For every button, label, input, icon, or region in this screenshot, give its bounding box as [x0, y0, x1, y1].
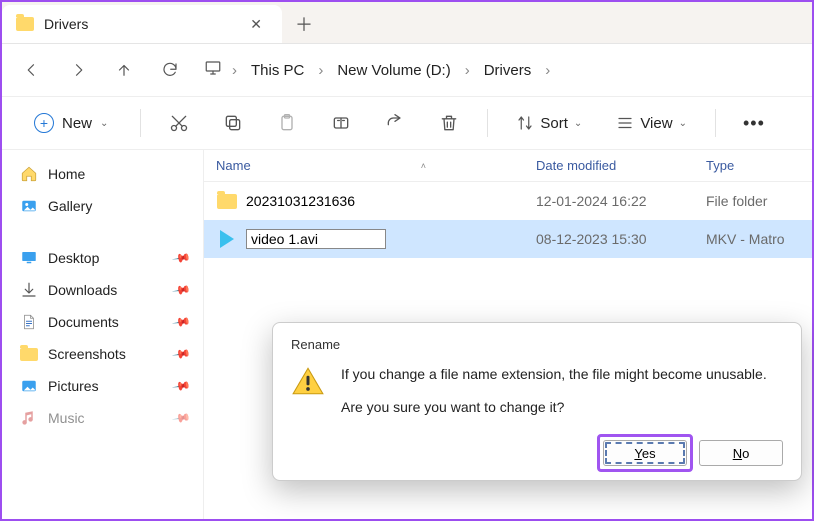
refresh-button[interactable] [150, 50, 190, 90]
plus-circle-icon: + [34, 113, 54, 133]
view-label: View [640, 115, 672, 132]
sort-label: Sort [540, 115, 568, 132]
sidebar-item-home[interactable]: Home [2, 158, 203, 190]
sidebar-item-label: Home [48, 166, 85, 182]
music-icon [20, 409, 38, 427]
rename-dialog: Rename If you change a file name extensi… [272, 322, 802, 481]
documents-icon [20, 313, 38, 331]
sidebar-item-desktop[interactable]: Desktop 📌 [2, 242, 203, 274]
pin-icon: 📌 [171, 280, 191, 300]
sidebar-item-pictures[interactable]: Pictures 📌 [2, 370, 203, 402]
file-type: File folder [706, 193, 800, 209]
forward-button[interactable] [58, 50, 98, 90]
folder-icon [216, 190, 238, 212]
sidebar-item-label: Music [48, 410, 85, 426]
separator [715, 109, 716, 137]
chevron-down-icon: ⌄ [574, 118, 582, 129]
warning-icon [291, 366, 325, 396]
folder-icon [20, 345, 38, 363]
col-name[interactable]: Name [216, 158, 251, 173]
chevron-down-icon: ⌄ [679, 118, 687, 129]
close-icon[interactable]: ✕ [244, 14, 268, 35]
pin-icon: 📌 [171, 248, 191, 268]
breadcrumb: › This PC › New Volume (D:) › Drivers › [204, 58, 550, 83]
home-icon [20, 165, 38, 183]
sidebar-item-screenshots[interactable]: Screenshots 📌 [2, 338, 203, 370]
dialog-title: Rename [291, 337, 783, 352]
sidebar-item-label: Pictures [48, 378, 99, 394]
breadcrumb-this-pc[interactable]: This PC [247, 58, 308, 83]
column-headers[interactable]: Name ˄ Date modified Type [204, 150, 812, 182]
yes-button[interactable]: Yes [603, 440, 687, 466]
sidebar-item-label: Gallery [48, 198, 92, 214]
cut-button[interactable] [163, 107, 195, 139]
dialog-line2: Are you sure you want to change it? [341, 397, 767, 418]
breadcrumb-volume[interactable]: New Volume (D:) [333, 58, 454, 83]
new-menu[interactable]: + New ⌄ [24, 107, 118, 139]
pin-icon: 📌 [171, 344, 191, 364]
sidebar-item-label: Downloads [48, 282, 117, 298]
table-row[interactable]: 08-12-2023 15:30 MKV - Matro [204, 220, 812, 258]
video-icon [216, 228, 238, 250]
sidebar-item-music[interactable]: Music 📌 [2, 402, 203, 434]
col-date[interactable]: Date modified [536, 158, 616, 173]
file-type: MKV - Matro [706, 231, 800, 247]
file-name: 20231031231636 [246, 193, 536, 209]
file-date: 12-01-2024 16:22 [536, 193, 706, 209]
sort-asc-icon: ˄ [421, 161, 426, 171]
new-label: New [62, 115, 92, 132]
share-button[interactable] [379, 107, 411, 139]
pictures-icon [20, 377, 38, 395]
tab-bar: Drivers ✕ ＋ [2, 2, 812, 44]
rename-input[interactable] [246, 229, 386, 249]
new-tab-button[interactable]: ＋ [288, 8, 320, 40]
pin-icon: 📌 [171, 312, 191, 332]
tab-drivers[interactable]: Drivers ✕ [2, 5, 282, 43]
rename-button[interactable] [325, 107, 357, 139]
folder-icon [16, 17, 34, 31]
up-button[interactable] [104, 50, 144, 90]
col-type[interactable]: Type [706, 158, 734, 173]
chevron-right-icon: › [318, 62, 323, 79]
pin-icon: 📌 [171, 408, 191, 428]
downloads-icon [20, 281, 38, 299]
separator [140, 109, 141, 137]
back-button[interactable] [12, 50, 52, 90]
no-button[interactable]: No [699, 440, 783, 466]
copy-button[interactable] [217, 107, 249, 139]
pin-icon: 📌 [171, 376, 191, 396]
monitor-icon [204, 59, 222, 81]
paste-button[interactable] [271, 107, 303, 139]
sort-menu[interactable]: Sort ⌄ [510, 110, 588, 136]
chevron-down-icon: ⌄ [100, 118, 108, 129]
table-row[interactable]: 20231031231636 12-01-2024 16:22 File fol… [204, 182, 812, 220]
tab-title: Drivers [44, 16, 244, 32]
delete-button[interactable] [433, 107, 465, 139]
dialog-line1: If you change a file name extension, the… [341, 364, 767, 385]
toolbar: + New ⌄ Sort ⌄ View ⌄ ••• [2, 96, 812, 150]
sidebar-item-label: Documents [48, 314, 119, 330]
file-name [246, 229, 536, 249]
chevron-right-icon: › [232, 62, 237, 79]
nav-row: › This PC › New Volume (D:) › Drivers › [2, 44, 812, 96]
gallery-icon [20, 197, 38, 215]
desktop-icon [20, 249, 38, 267]
sidebar-item-gallery[interactable]: Gallery [2, 190, 203, 222]
chevron-right-icon: › [465, 62, 470, 79]
chevron-right-icon: › [545, 62, 550, 79]
more-button[interactable]: ••• [738, 107, 770, 139]
breadcrumb-drivers[interactable]: Drivers [480, 58, 536, 83]
sidebar-item-documents[interactable]: Documents 📌 [2, 306, 203, 338]
sidebar: Home Gallery Desktop 📌 Downloads 📌 Docum… [2, 150, 204, 519]
sidebar-item-label: Desktop [48, 250, 99, 266]
file-date: 08-12-2023 15:30 [536, 231, 706, 247]
sidebar-item-label: Screenshots [48, 346, 126, 362]
view-menu[interactable]: View ⌄ [610, 110, 693, 136]
sidebar-item-downloads[interactable]: Downloads 📌 [2, 274, 203, 306]
separator [487, 109, 488, 137]
